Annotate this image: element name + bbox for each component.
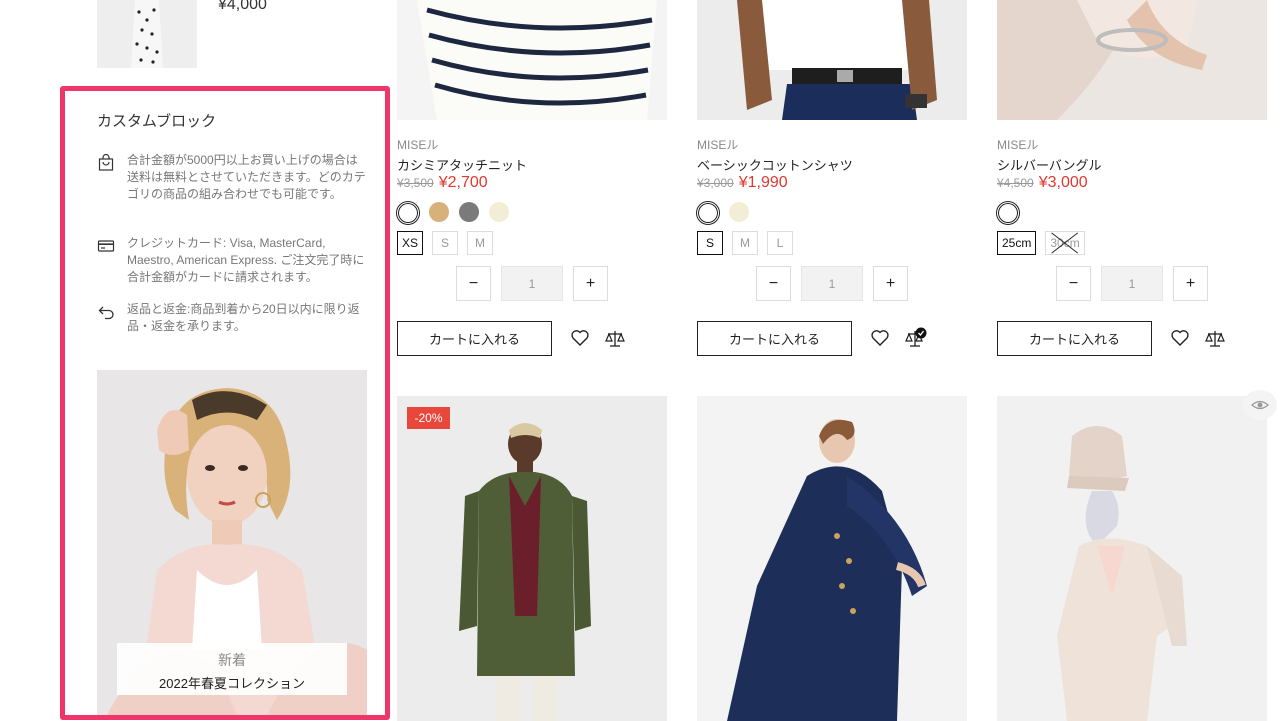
- size-option[interactable]: S: [432, 231, 459, 255]
- shipping-info-text: 合計金額が5000円以上お買い上げの場合は送料は無料とさせていただきます。どのカ…: [127, 153, 366, 201]
- returns-info-text: 返品と返金:商品到着から20日以内に限り返品・返金を承ります。: [127, 302, 360, 333]
- shopping-bag-icon: [98, 154, 114, 171]
- color-swatch-white[interactable]: [996, 201, 1020, 225]
- size-option[interactable]: M: [732, 231, 758, 255]
- product-image-shirt[interactable]: [697, 0, 967, 120]
- return-arrow-icon: [98, 306, 114, 320]
- original-price: ¥3,500: [397, 176, 434, 190]
- banner-collection-title: 2022年春夏コレクション: [159, 676, 305, 691]
- payment-info-row: クレジットカード: Visa, MasterCard, Maestro, Ame…: [97, 235, 367, 286]
- product-price: ¥3,000 ¥1,990: [697, 174, 788, 192]
- sale-price: ¥3,000: [1038, 174, 1088, 191]
- product-name[interactable]: ベーシックコットンシャツ: [697, 155, 853, 174]
- color-swatch-white[interactable]: [396, 201, 420, 225]
- size-option[interactable]: 25cm: [997, 231, 1037, 255]
- color-swatch-cream[interactable]: [729, 202, 749, 222]
- quick-view-eye-icon[interactable]: [1243, 390, 1277, 420]
- compare-scale-icon[interactable]: [605, 329, 625, 349]
- color-swatch-tan[interactable]: [429, 202, 449, 222]
- banner-label-new: 新着: [218, 652, 246, 668]
- product-image-bangle[interactable]: [997, 0, 1267, 120]
- sale-price: ¥2,700: [438, 174, 488, 191]
- returns-info-row: 返品と返金:商品到着から20日以内に限り返品・返金を承ります。: [97, 301, 367, 335]
- add-to-cart-button[interactable]: カートに入れる: [697, 321, 852, 356]
- color-swatches: [996, 201, 1020, 225]
- quantity-input[interactable]: 1: [501, 266, 563, 301]
- discount-badge: -20%: [407, 407, 450, 429]
- size-option-unavailable: 30cm: [1045, 231, 1085, 255]
- color-swatch-white[interactable]: [696, 201, 720, 225]
- color-swatches: [696, 201, 749, 225]
- quantity-stepper: − 1 +: [456, 266, 608, 301]
- color-swatch-gray[interactable]: [459, 202, 479, 222]
- product-image-knit[interactable]: [397, 0, 667, 120]
- shipping-info-row: 合計金額が5000円以上お買い上げの場合は送料は無料とさせていただきます。どのカ…: [97, 152, 367, 203]
- size-options: 25cm 30cm: [997, 231, 1085, 255]
- original-price: ¥3,000: [697, 176, 734, 190]
- size-option[interactable]: XS: [397, 231, 424, 255]
- size-option[interactable]: M: [467, 231, 494, 255]
- banner-caption[interactable]: 新着 2022年春夏コレクション: [117, 643, 347, 695]
- quantity-input[interactable]: 1: [1101, 266, 1163, 301]
- product-brand: MISEル: [997, 138, 1039, 152]
- compare-scale-icon[interactable]: [1205, 329, 1225, 349]
- size-option[interactable]: L: [767, 231, 793, 255]
- product-brand: MISEル: [697, 138, 739, 152]
- quantity-decrease-button[interactable]: −: [456, 266, 491, 301]
- product-name[interactable]: カシミアタッチニット: [397, 155, 527, 174]
- quantity-decrease-button[interactable]: −: [1056, 266, 1091, 301]
- color-swatches: [396, 201, 509, 225]
- quantity-stepper: − 1 +: [1056, 266, 1208, 301]
- sale-price: ¥1,990: [738, 174, 788, 191]
- wishlist-heart-icon[interactable]: [870, 328, 890, 348]
- compare-added-check-icon[interactable]: [905, 327, 927, 349]
- product-price: ¥4,500 ¥3,000: [997, 174, 1088, 192]
- add-to-cart-button[interactable]: カートに入れる: [997, 321, 1152, 356]
- add-to-cart-button[interactable]: カートに入れる: [397, 321, 552, 356]
- previous-product-image[interactable]: [97, 0, 197, 68]
- quantity-decrease-button[interactable]: −: [756, 266, 791, 301]
- product-name[interactable]: シルバーバングル: [997, 155, 1102, 174]
- quantity-input[interactable]: 1: [801, 266, 863, 301]
- quantity-increase-button[interactable]: +: [873, 266, 908, 301]
- payment-info-text: クレジットカード: Visa, MasterCard, Maestro, Ame…: [127, 236, 365, 284]
- custom-block-title: カスタムブロック: [97, 113, 217, 130]
- quantity-increase-button[interactable]: +: [1173, 266, 1208, 301]
- color-swatch-cream[interactable]: [489, 202, 509, 222]
- quantity-stepper: − 1 +: [756, 266, 908, 301]
- previous-product-price: ¥4,000: [218, 0, 267, 13]
- product-image-green-coat[interactable]: [397, 396, 667, 721]
- size-options: S M L: [697, 231, 793, 255]
- size-options: XS S M: [397, 231, 494, 255]
- product-image-beige-suit[interactable]: [997, 396, 1267, 721]
- wishlist-heart-icon[interactable]: [570, 328, 590, 348]
- unavailable-cross-icon: [1051, 232, 1079, 254]
- size-option[interactable]: S: [697, 231, 723, 255]
- product-image-navy-coat[interactable]: [697, 396, 967, 721]
- product-brand: MISEル: [397, 138, 439, 152]
- quantity-increase-button[interactable]: +: [573, 266, 608, 301]
- original-price: ¥4,500: [997, 176, 1034, 190]
- credit-card-icon: [97, 240, 115, 252]
- wishlist-heart-icon[interactable]: [1170, 328, 1190, 348]
- product-price: ¥3,500 ¥2,700: [397, 174, 488, 192]
